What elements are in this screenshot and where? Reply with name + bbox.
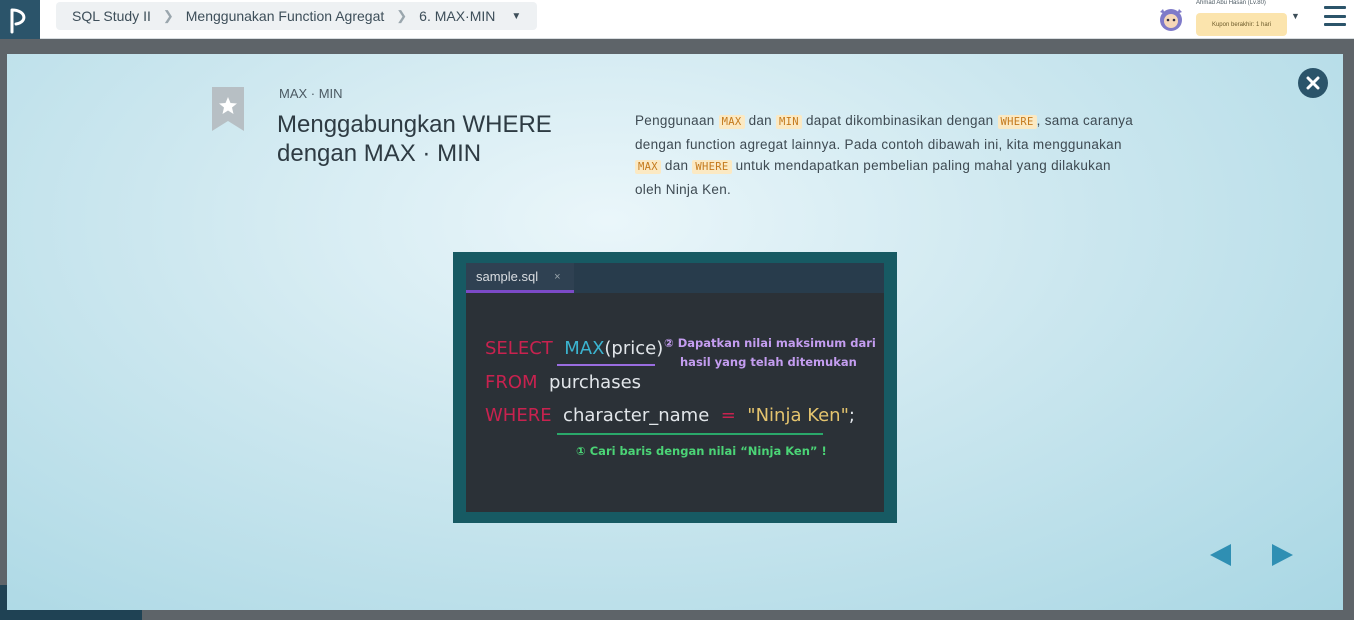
underline-where: [557, 433, 823, 435]
close-icon: ×: [554, 270, 561, 283]
avatar-icon[interactable]: [1156, 4, 1186, 34]
sql-operator: =: [720, 405, 736, 426]
next-slide-button[interactable]: [1272, 544, 1293, 566]
desc-text: dapat dikombinasikan dengan: [801, 113, 998, 128]
breadcrumb: SQL Study II ❯ Menggunakan Function Agre…: [56, 2, 538, 30]
close-icon: [1306, 76, 1320, 90]
code-keyword: WHERE: [692, 160, 732, 174]
desc-text: dan: [660, 158, 693, 173]
desc-text: Penggunaan: [635, 113, 719, 128]
sql-keyword: SELECT: [485, 338, 553, 359]
slide-title: Menggabungkan WHERE dengan MAX · MIN: [277, 111, 552, 167]
code-line-select: SELECT MAX(price): [485, 338, 663, 359]
underline-max: [557, 364, 655, 366]
chevron-right-icon: ❯: [396, 8, 408, 23]
previous-slide-button[interactable]: [1210, 544, 1231, 566]
caret-down-icon[interactable]: ▼: [511, 11, 521, 22]
code-keyword: MIN: [776, 115, 802, 129]
sql-string: "Ninja Ken": [747, 405, 849, 426]
annotation-max-line: ② Dapatkan nilai maksimum dari: [664, 336, 876, 350]
user-name: Ahmad Abu Hasan (Lv.80): [1196, 0, 1266, 6]
user-menu[interactable]: Ahmad Abu Hasan (Lv.80) Kupon berakhir: …: [1154, 0, 1304, 39]
code-keyword: MAX: [718, 115, 745, 129]
code-editor: sample.sql × SELECT MAX(price) ② Dapatka…: [466, 263, 884, 512]
chevron-right-icon: ❯: [162, 8, 174, 23]
editor-tab-label: sample.sql: [476, 269, 539, 284]
sql-function: MAX: [564, 338, 605, 359]
slide-subtitle: MAX · MIN: [279, 86, 343, 101]
code-line-where: WHERE character_name = "Ninja Ken";: [485, 405, 855, 426]
coupon-badge: Kupon berakhir: 1 hari: [1196, 13, 1287, 36]
code-example-image: sample.sql × SELECT MAX(price) ② Dapatka…: [453, 252, 897, 523]
sql-argument: (price): [604, 338, 664, 359]
bookmark-icon[interactable]: [212, 87, 244, 131]
close-button[interactable]: [1298, 68, 1328, 98]
annotation-where: ① Cari baris dengan nilai “Ninja Ken” !: [576, 444, 827, 458]
annotation-max: ② Dapatkan nilai maksimum dari hasil yan…: [664, 334, 876, 372]
top-bar: SQL Study II ❯ Menggunakan Function Agre…: [0, 0, 1354, 39]
editor-tab-bar: sample.sql ×: [466, 263, 884, 293]
breadcrumb-slide[interactable]: 6. MAX·MIN: [419, 8, 495, 24]
breadcrumb-lesson[interactable]: Menggunakan Function Agregat: [186, 8, 384, 24]
breadcrumb-course[interactable]: SQL Study II: [72, 8, 151, 24]
desc-text: dan: [744, 113, 777, 128]
caret-down-icon[interactable]: ▼: [1291, 11, 1300, 21]
code-keyword: MAX: [635, 160, 661, 174]
sql-column: character_name: [563, 405, 710, 426]
sql-table: purchases: [549, 372, 642, 393]
menu-icon[interactable]: [1324, 6, 1346, 26]
logo-icon[interactable]: [0, 0, 40, 39]
editor-tab: sample.sql ×: [466, 263, 574, 293]
sql-keyword: WHERE: [485, 405, 552, 426]
sql-keyword: FROM: [485, 372, 538, 393]
code-keyword: WHERE: [997, 115, 1037, 129]
slide-modal: MAX · MIN Menggabungkan WHERE dengan MAX…: [7, 54, 1343, 610]
annotation-max-line: hasil yang telah ditemukan: [680, 355, 857, 369]
code-line-from: FROM purchases: [485, 372, 641, 393]
sql-terminator: ;: [848, 405, 855, 426]
slide-description: Penggunaan MAX dan MIN dapat dikombinasi…: [635, 110, 1135, 200]
